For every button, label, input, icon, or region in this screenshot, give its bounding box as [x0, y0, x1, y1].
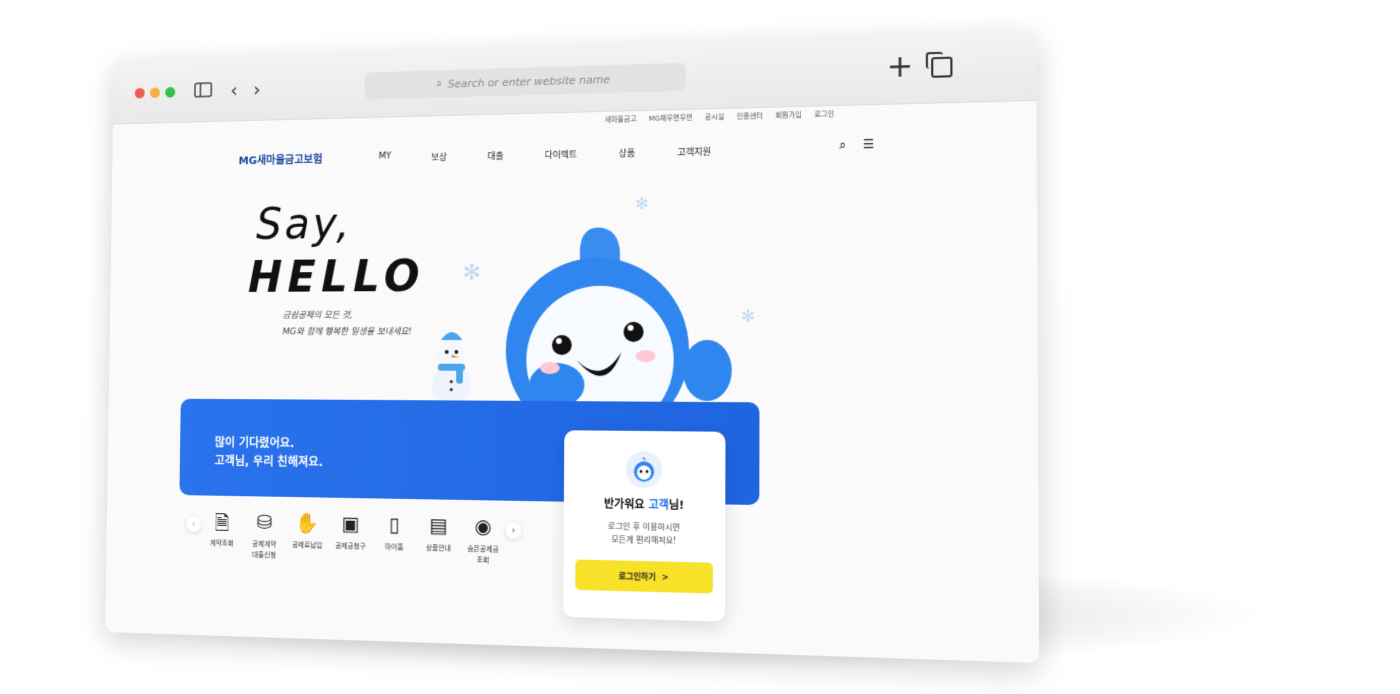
- phone-icon: ▯: [389, 512, 400, 537]
- browser-titlebar: ‹ › ⌕ Search or enter website name +: [113, 31, 1037, 125]
- snowflake-icon: ✻: [462, 260, 481, 286]
- claim-icon: ▣: [341, 511, 360, 536]
- quick-item-contract[interactable]: 🗎 계약조회: [201, 509, 244, 550]
- banner-line1: 많이 기다렸어요.: [214, 435, 295, 451]
- snowflake-icon: ✻: [635, 193, 649, 214]
- snowflake-icon: ✻: [741, 306, 755, 326]
- login-greeting: 반가워요 고객님!: [564, 495, 725, 514]
- quick-item-claim[interactable]: ▣ 공제금청구: [329, 511, 373, 552]
- menu-item-direct[interactable]: 다이렉트: [544, 147, 577, 161]
- quick-item-loan[interactable]: ⛁ 공제계약 대출신청: [243, 510, 286, 562]
- login-button[interactable]: 로그인하기 >: [575, 559, 713, 594]
- search-icon[interactable]: ⌕: [839, 137, 846, 152]
- quick-menu: ‹ 🗎 계약조회 ⛁ 공제계약 대출신청 ✋ 공제료납입 ▣ 공제금청구 ▯ 마…: [186, 509, 522, 568]
- chevron-right-icon[interactable]: ›: [253, 76, 261, 103]
- hero-intro-line1: 금쉼공제의 모든 것,: [282, 310, 353, 321]
- main-menu: MY 보상 대출 다이렉트 상품 고객지원: [379, 144, 711, 164]
- quick-item-myhome[interactable]: ▯ 마이홈: [372, 512, 416, 554]
- quick-item-hidden[interactable]: ◉ 숨은공제금 조회: [460, 514, 505, 567]
- mascot-avatar-icon: [625, 451, 663, 489]
- greeting-name: 고객: [648, 498, 669, 512]
- menu-item-claim[interactable]: 보상: [431, 150, 447, 163]
- chevron-right-icon: >: [661, 572, 669, 582]
- quick-item-product[interactable]: ▤ 상품안내: [416, 513, 461, 555]
- utility-link-login[interactable]: 로그인: [814, 109, 834, 120]
- chevron-left-icon[interactable]: ‹: [230, 76, 238, 103]
- quick-item-label: 공제금청구: [335, 542, 366, 551]
- new-tab-icon[interactable]: +: [887, 49, 914, 86]
- quick-menu-prev-button[interactable]: ‹: [186, 516, 202, 533]
- greeting-text: 반가워요: [603, 497, 645, 512]
- payment-icon: ✋: [295, 510, 320, 535]
- menu-item-loan[interactable]: 대출: [487, 148, 503, 161]
- quick-item-label: 공제료납입: [292, 541, 323, 550]
- site-logo[interactable]: MG새마을금고보험: [239, 151, 323, 168]
- login-subtext-line2: 모든게 편리해져요!: [611, 534, 677, 546]
- hero-intro-line2: MG와 함께 행복한 일생을 보내세요!: [282, 327, 412, 338]
- address-placeholder: Search or enter website name: [447, 72, 611, 91]
- snowman-illustration: [431, 332, 471, 406]
- quick-item-payment[interactable]: ✋ 공제료납입: [286, 511, 330, 552]
- minimize-window-button[interactable]: [149, 87, 160, 99]
- login-card: 반가워요 고객님! 로그인 후 이용하시면 모든게 편리해져요! 로그인하기 >: [563, 430, 726, 622]
- utility-link-cert[interactable]: 인증센터: [737, 111, 763, 122]
- utility-link-mg[interactable]: 새마을금고: [605, 114, 637, 125]
- menu-item-my[interactable]: MY: [379, 151, 392, 164]
- monitor-eye-icon: ◉: [474, 514, 492, 539]
- utility-link-mail[interactable]: MG채우면우편: [649, 113, 693, 124]
- header-icons: ⌕ ☰: [839, 137, 874, 153]
- global-nav: MG새마을금고보험 MY 보상 대출 다이렉트 상품 고객지원 ⌕ ☰: [239, 137, 875, 168]
- hero-intro: 금쉼공제의 모든 것, MG와 함께 행복한 일생을 보내세요!: [282, 308, 412, 341]
- document-search-icon: 🗎: [214, 511, 230, 535]
- hamburger-menu-icon[interactable]: ☰: [863, 137, 874, 153]
- greeting-suffix: 님!: [668, 498, 685, 512]
- book-icon: ▤: [429, 513, 448, 538]
- close-window-button[interactable]: [134, 87, 145, 99]
- sidebar-toggle-icon[interactable]: [194, 77, 212, 104]
- browser-window: ‹ › ⌕ Search or enter website name + 새마을…: [105, 31, 1040, 664]
- banner-text: 많이 기다렸어요. 고객님, 우리 친해져요.: [214, 434, 323, 472]
- address-bar[interactable]: ⌕ Search or enter website name: [364, 62, 686, 100]
- quick-item-label: 숨은공제금 조회: [467, 544, 499, 565]
- quick-menu-next-button[interactable]: ›: [505, 522, 522, 540]
- login-subtext: 로그인 후 이용하시면 모든게 편리해져요!: [564, 519, 726, 549]
- hero-say: Say,: [255, 198, 353, 250]
- quick-item-label: 상품안내: [425, 544, 451, 553]
- quick-item-label: 계약조회: [209, 539, 234, 548]
- search-icon: ⌕: [436, 77, 443, 90]
- quick-item-label: 공제계약 대출신청: [252, 540, 277, 560]
- menu-item-product[interactable]: 상품: [619, 146, 636, 159]
- coins-icon: ⛁: [256, 510, 273, 534]
- menu-item-support[interactable]: 고객지원: [677, 144, 711, 158]
- quick-item-label: 마이홈: [384, 543, 404, 552]
- tabs-overview-icon[interactable]: [931, 56, 953, 78]
- utility-nav: 새마을금고 MG채우면우편 공시실 인증센터 회원가입 로그인: [605, 109, 835, 125]
- login-button-label: 로그인하기: [618, 571, 656, 582]
- utility-link-join[interactable]: 회원가입: [775, 110, 802, 121]
- utility-link-disclosure[interactable]: 공시실: [705, 112, 725, 123]
- hero-hello: HELLO: [247, 251, 426, 303]
- maximize-window-button[interactable]: [165, 86, 176, 98]
- banner-line2: 고객님, 우리 친해져요.: [214, 454, 323, 470]
